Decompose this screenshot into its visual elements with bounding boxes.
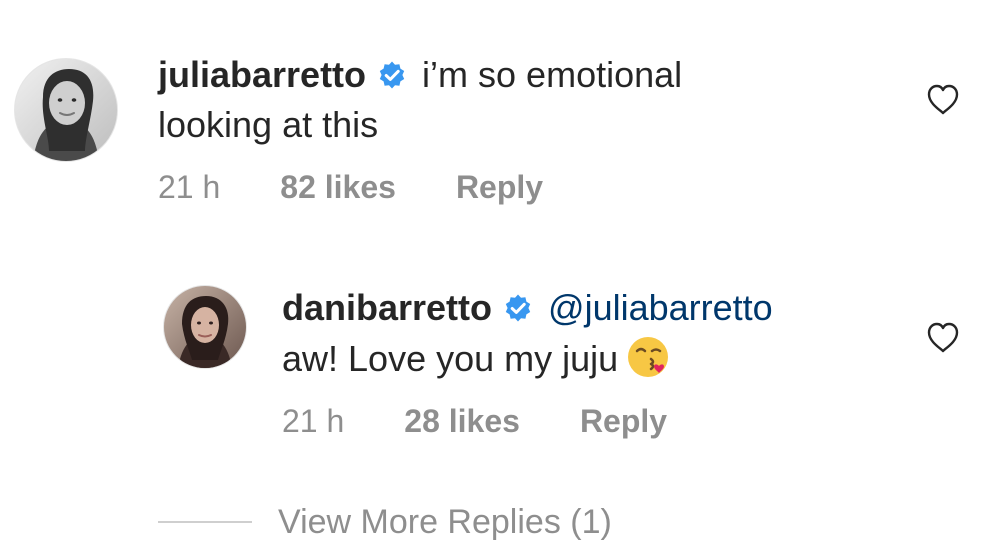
comment-likes[interactable]: 82 likes [280,167,396,207]
mention-link[interactable]: @juliabarretto [548,287,773,328]
comment-likes[interactable]: 28 likes [404,401,520,441]
comment-time: 21 h [282,403,345,439]
comment-text-line-2: aw! Love you my juju [282,338,619,379]
avatar[interactable] [163,285,247,369]
comment-username[interactable]: danibarretto [282,287,492,328]
reply-button[interactable]: Reply [456,167,543,207]
comment-meta: 21 h 82 likes Reply [158,167,543,207]
kiss-emoji-icon [624,333,672,381]
view-more-replies-label: View More Replies (1) [278,503,612,541]
verified-badge-icon [376,59,408,91]
heart-icon[interactable] [923,318,963,358]
heart-icon[interactable] [923,80,963,120]
view-more-divider [158,521,252,523]
avatar[interactable] [14,58,118,162]
comment-body: juliabarretto i’m so emotional looking a… [158,50,682,150]
comment-text: juliabarretto i’m so emotional looking a… [158,50,682,150]
comment-text: danibarretto @juliabarretto aw! Love you… [282,283,773,384]
verified-badge-icon [502,292,534,324]
comment-body: danibarretto @juliabarretto aw! Love you… [282,283,773,384]
comment-text-line-2: looking at this [158,104,379,145]
view-more-replies[interactable]: View More Replies (1) [158,500,612,544]
comment-text-line-1: i’m so emotional [422,54,683,95]
comment-username[interactable]: juliabarretto [158,54,366,95]
reply-button[interactable]: Reply [580,401,667,441]
comment-time: 21 h [158,169,221,205]
comment-meta: 21 h 28 likes Reply [282,401,667,441]
